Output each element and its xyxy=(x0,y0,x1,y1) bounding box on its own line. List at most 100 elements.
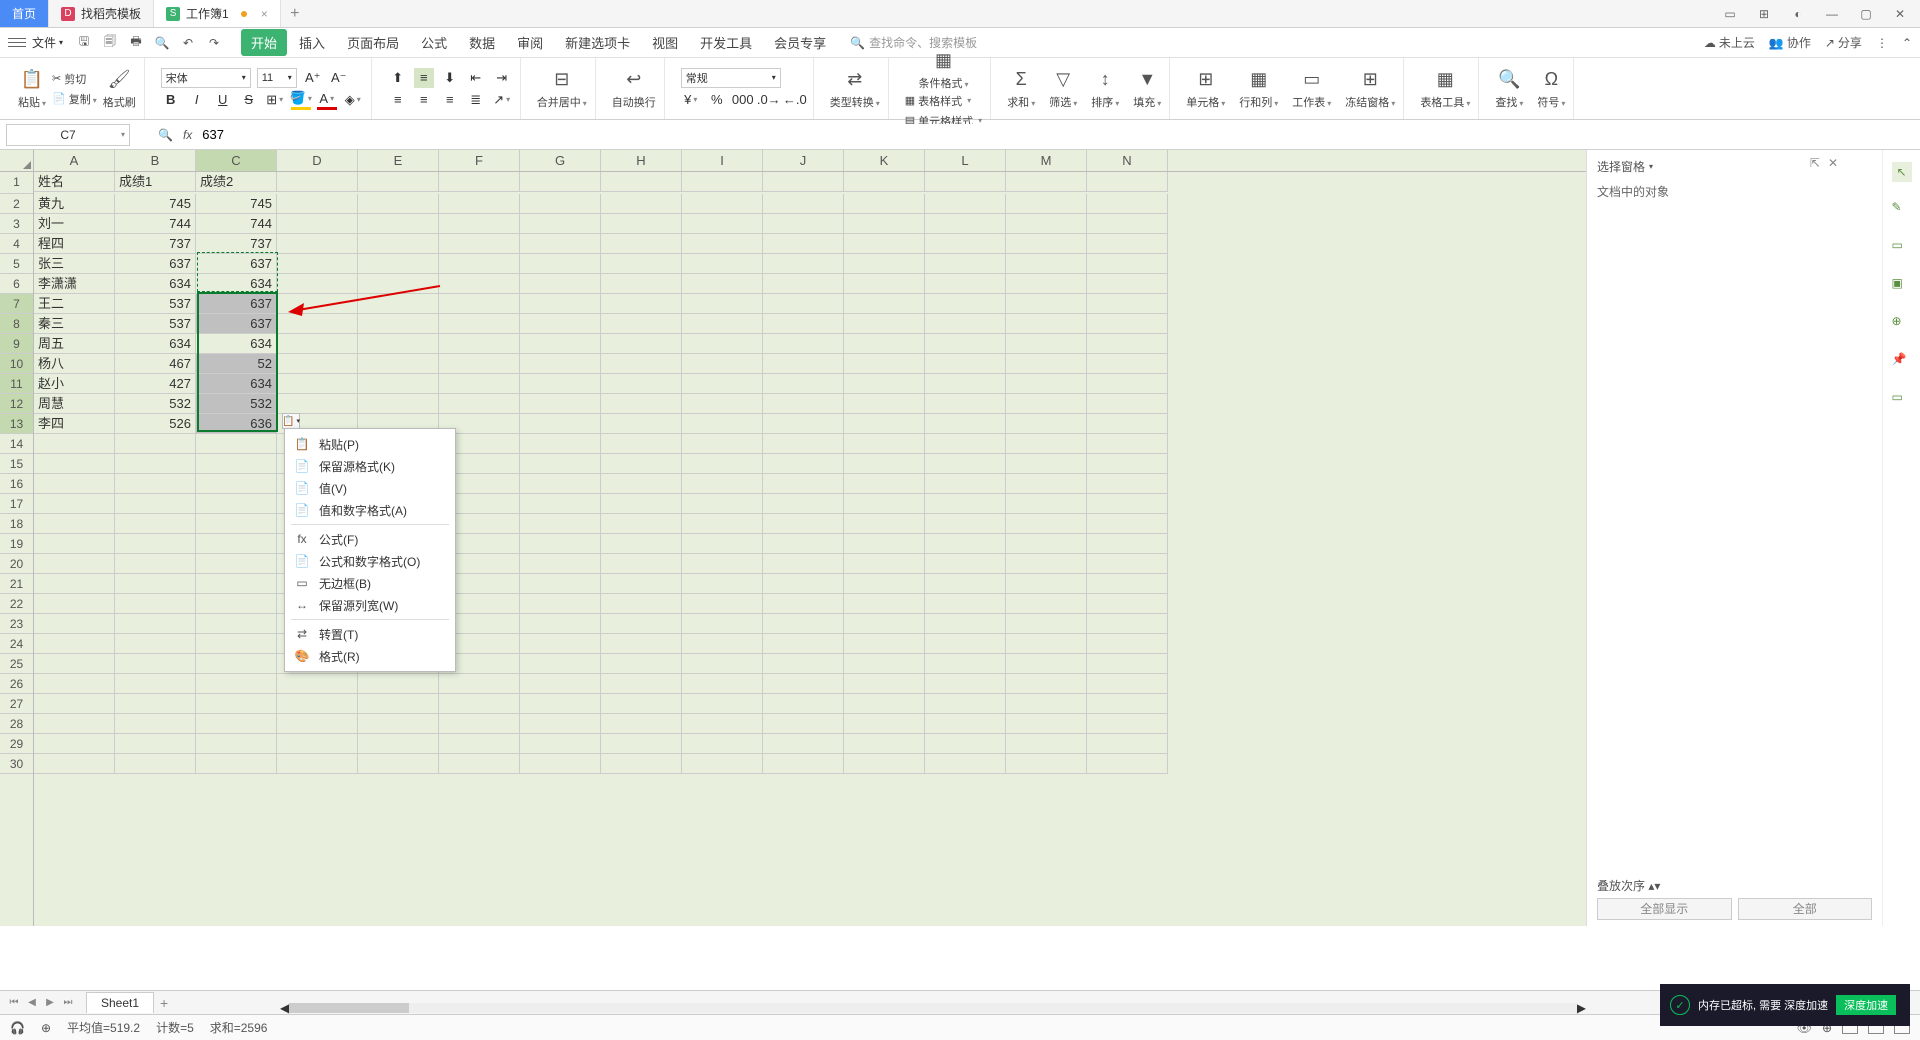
cell[interactable] xyxy=(682,172,763,192)
cell[interactable] xyxy=(358,234,439,254)
cell[interactable] xyxy=(358,214,439,234)
cell[interactable] xyxy=(1006,474,1087,494)
coop-button[interactable]: 👥 协作 xyxy=(1769,34,1811,51)
cell[interactable] xyxy=(439,694,520,714)
cell[interactable] xyxy=(196,494,277,514)
cell[interactable] xyxy=(844,374,925,394)
cell[interactable] xyxy=(34,714,115,734)
cell[interactable] xyxy=(925,434,1006,454)
cell[interactable] xyxy=(763,172,844,192)
cell[interactable]: 成绩2 xyxy=(196,172,277,192)
cell[interactable]: 姓名 xyxy=(34,172,115,192)
cell[interactable] xyxy=(520,554,601,574)
cell[interactable] xyxy=(439,214,520,234)
cell[interactable] xyxy=(925,172,1006,192)
cell[interactable]: 637 xyxy=(115,254,196,274)
undo-icon[interactable]: ↶ xyxy=(179,34,197,52)
cell[interactable] xyxy=(196,574,277,594)
boost-button[interactable]: 深度加速 xyxy=(1836,995,1896,1015)
cell[interactable] xyxy=(1087,634,1168,654)
bold-button[interactable]: B xyxy=(161,90,181,110)
cell[interactable] xyxy=(925,474,1006,494)
context-menu-item[interactable]: ▭无边框(B) xyxy=(285,572,455,594)
cell[interactable] xyxy=(196,434,277,454)
cell[interactable] xyxy=(1087,554,1168,574)
cell[interactable] xyxy=(763,494,844,514)
cell[interactable] xyxy=(925,254,1006,274)
paste-options-button[interactable]: 📋 xyxy=(282,413,300,429)
row-header[interactable]: 30 xyxy=(0,754,33,774)
cell[interactable] xyxy=(925,274,1006,294)
cell[interactable] xyxy=(601,294,682,314)
cell[interactable]: 程四 xyxy=(34,234,115,254)
cell[interactable] xyxy=(1006,574,1087,594)
cell[interactable] xyxy=(601,254,682,274)
cell[interactable] xyxy=(763,574,844,594)
cell[interactable] xyxy=(763,214,844,234)
cell[interactable] xyxy=(439,714,520,734)
cell[interactable] xyxy=(358,314,439,334)
cell[interactable]: 王二 xyxy=(34,294,115,314)
cell[interactable] xyxy=(1087,494,1168,514)
cell[interactable]: 745 xyxy=(196,194,277,214)
col-header[interactable]: N xyxy=(1087,150,1168,171)
tab-templates[interactable]: D 找稻壳模板 xyxy=(49,0,154,27)
row-header[interactable]: 25 xyxy=(0,654,33,674)
cell[interactable] xyxy=(682,434,763,454)
cell[interactable] xyxy=(844,334,925,354)
cell[interactable] xyxy=(682,754,763,774)
cell[interactable] xyxy=(520,654,601,674)
orientation-icon[interactable]: ↗ xyxy=(492,90,512,110)
cell[interactable] xyxy=(520,514,601,534)
cell[interactable] xyxy=(1006,454,1087,474)
cell[interactable] xyxy=(520,172,601,192)
cell[interactable] xyxy=(439,334,520,354)
cell[interactable] xyxy=(520,634,601,654)
cell[interactable] xyxy=(601,754,682,774)
row-header[interactable]: 17 xyxy=(0,494,33,514)
select-all-corner[interactable] xyxy=(0,150,33,172)
cell[interactable] xyxy=(439,172,520,192)
cell[interactable] xyxy=(925,754,1006,774)
redo-icon[interactable]: ↷ xyxy=(205,34,223,52)
menu-layout[interactable]: 页面布局 xyxy=(337,29,409,56)
strike-button[interactable]: S xyxy=(239,90,259,110)
col-header[interactable]: J xyxy=(763,150,844,171)
cell[interactable]: 737 xyxy=(196,234,277,254)
cell[interactable] xyxy=(1087,454,1168,474)
book-icon[interactable]: ▭ xyxy=(1892,390,1912,410)
support-icon[interactable]: 🎧 xyxy=(10,1021,25,1035)
cell[interactable] xyxy=(601,214,682,234)
cell[interactable] xyxy=(601,474,682,494)
type-convert-button[interactable]: ⇄类型转换 xyxy=(830,68,880,110)
context-menu-item[interactable]: ↔保留源列宽(W) xyxy=(285,594,455,616)
row-header[interactable]: 7 xyxy=(0,294,33,314)
cell[interactable] xyxy=(844,734,925,754)
cell[interactable] xyxy=(763,374,844,394)
gis-icon[interactable]: ⊕ xyxy=(1892,314,1912,334)
cell[interactable] xyxy=(34,434,115,454)
cell[interactable] xyxy=(520,494,601,514)
cell[interactable] xyxy=(844,194,925,214)
cell[interactable]: 634 xyxy=(115,274,196,294)
cell[interactable] xyxy=(1006,534,1087,554)
cell[interactable] xyxy=(1087,194,1168,214)
col-header[interactable]: B xyxy=(115,150,196,171)
cell[interactable] xyxy=(115,734,196,754)
cell[interactable] xyxy=(601,574,682,594)
cell[interactable]: 634 xyxy=(196,374,277,394)
cell[interactable] xyxy=(1006,394,1087,414)
cell[interactable]: 637 xyxy=(196,254,277,274)
cell[interactable] xyxy=(34,594,115,614)
cell[interactable]: 634 xyxy=(196,274,277,294)
align-justify-icon[interactable]: ≣ xyxy=(466,90,486,110)
cell[interactable]: 526 xyxy=(115,414,196,434)
cell[interactable] xyxy=(1087,534,1168,554)
cell[interactable] xyxy=(763,654,844,674)
row-header[interactable]: 29 xyxy=(0,734,33,754)
cell[interactable] xyxy=(1006,234,1087,254)
cell[interactable] xyxy=(520,194,601,214)
col-header[interactable]: H xyxy=(601,150,682,171)
cell[interactable] xyxy=(763,314,844,334)
cell[interactable] xyxy=(601,374,682,394)
